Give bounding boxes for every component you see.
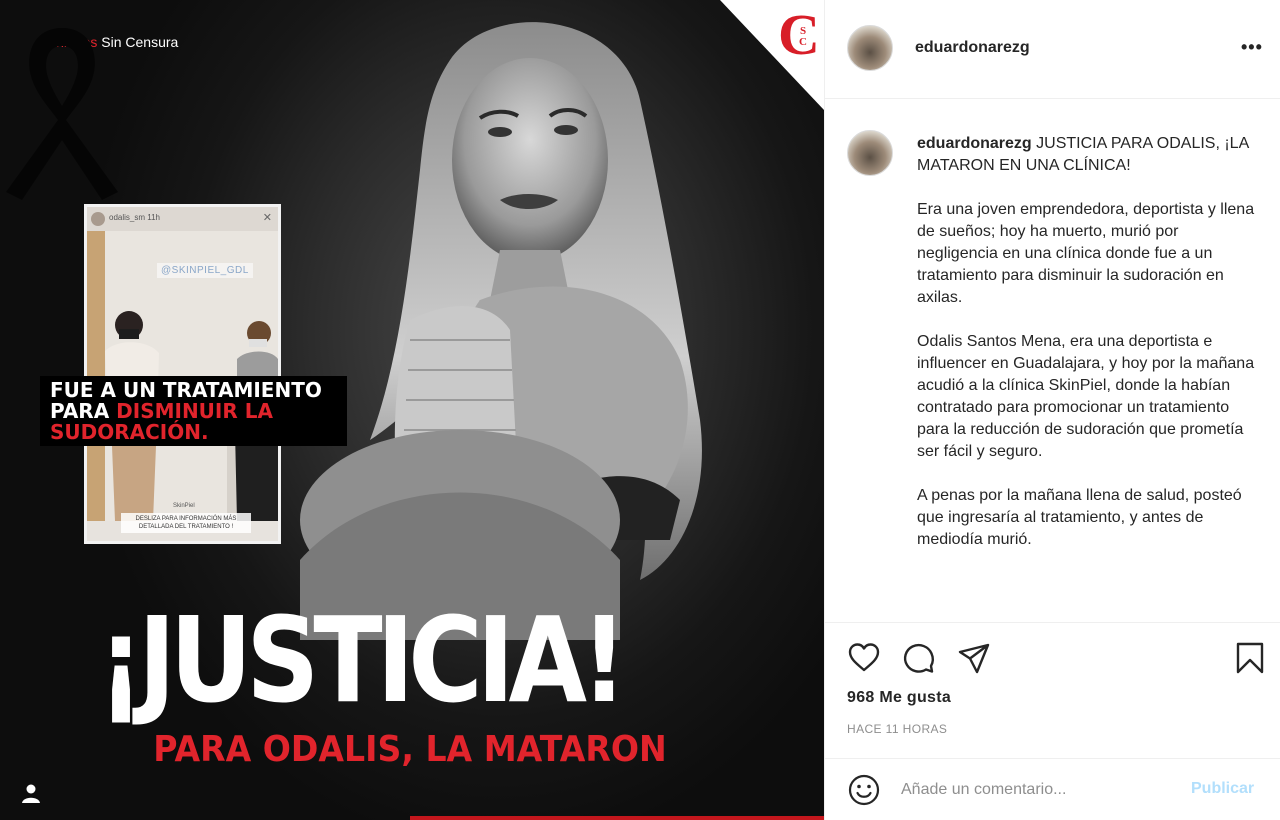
mourning-ribbon-icon [6, 28, 118, 200]
post-actions: 968 Me gusta HACE 11 HORAS [825, 622, 1280, 758]
story-handle: @SKINPIEL_GDL [157, 263, 253, 278]
post-header: eduardonarezg ••• [825, 0, 1280, 99]
image-caption-band: FUE A UN TRATAMIENTO PARA DISMINUIR LA S… [40, 376, 347, 446]
caption-line-2: PARA DISMINUIR LA [50, 399, 273, 423]
publisher-logo: C SC [778, 6, 820, 64]
post-side-panel: eduardonarezg ••• eduardonarezg JUSTICIA… [824, 0, 1280, 820]
caption-paragraph: Odalis Santos Mena, era una deportista e… [917, 333, 1255, 460]
ellipsis-icon[interactable]: ••• [1241, 38, 1265, 58]
caption-paragraph: A penas por la mañana llena de salud, po… [917, 487, 1242, 548]
share-icon[interactable] [957, 641, 991, 675]
likes-count[interactable]: 968 Me gusta [847, 689, 951, 707]
caption-paragraph: Era una joven emprendedora, deportista y… [917, 201, 1255, 306]
story-username: odalis_sm 11h [109, 213, 160, 222]
portrait-photo [300, 22, 702, 640]
caption-scroll-area[interactable]: eduardonarezg JUSTICIA PARA ODALIS, ¡LA … [825, 100, 1280, 622]
caption-line-3: SUDORACIÓN. [50, 420, 209, 444]
caption-line-1: FUE A UN TRATAMIENTO [50, 378, 322, 402]
heart-icon[interactable] [847, 641, 881, 675]
comment-bar: Publicar [825, 758, 1280, 820]
story-tag: SkinPiel [173, 503, 195, 509]
header-username[interactable]: eduardonarezg [915, 39, 1030, 57]
story-close-icon: ✕ [262, 212, 272, 224]
comment-input[interactable] [901, 777, 1181, 803]
bottom-accent-bar [410, 816, 824, 820]
emoji-icon[interactable] [847, 773, 881, 807]
comment-icon[interactable] [902, 641, 936, 675]
caption-username[interactable]: eduardonarezg [917, 135, 1032, 152]
image-headline: ¡JUSTICIA! [97, 591, 627, 729]
post-caption: eduardonarezg JUSTICIA PARA ODALIS, ¡LA … [917, 133, 1257, 573]
avatar[interactable] [847, 25, 893, 71]
logo-small-letters: SC [799, 25, 807, 48]
post-image[interactable]: C SC Chiapas Sin Censura [0, 0, 824, 820]
image-subheadline: PARA ODALIS, LA MATARON [153, 729, 667, 770]
story-footer-note: DESLIZA PARA INFORMACIÓN MÁS DETALLADA D… [121, 513, 251, 533]
bookmark-icon[interactable] [1233, 641, 1267, 675]
story-screenshot: odalis_sm 11h ✕ @SKINPIEL_GDL SkinPiel D… [84, 204, 281, 544]
caption-paragraph: eduardonarezg JUSTICIA PARA ODALIS, ¡LA … [917, 135, 1249, 174]
post-timestamp[interactable]: HACE 11 HORAS [847, 722, 947, 736]
caption-avatar[interactable] [847, 130, 893, 176]
publish-button[interactable]: Publicar [1191, 780, 1254, 798]
tagged-users-icon[interactable] [20, 782, 42, 804]
story-avatar [91, 212, 105, 226]
